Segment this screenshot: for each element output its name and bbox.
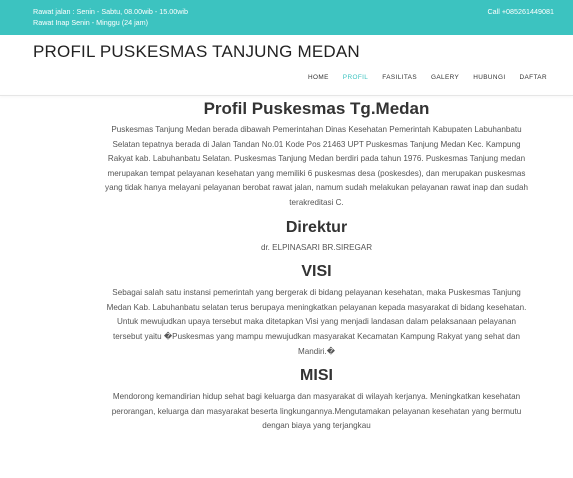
header-divider xyxy=(0,95,573,96)
top-info-bar: Rawat jalan : Senin - Sabtu, 08.00wib - … xyxy=(0,0,573,35)
profil-heading: Profil Puskesmas Tg.Medan xyxy=(203,99,430,118)
profil-text: Puskesmas Tanjung Medan berada dibawah P… xyxy=(105,125,528,207)
nav-hubungi[interactable]: HUBUNGI xyxy=(473,74,505,81)
inpatient-hours: Rawat Inap Senin - Minggu (24 jam) xyxy=(33,17,149,27)
main-nav: HOME PROFIL FASILITAS GALERY HUBUNGI DAF… xyxy=(308,74,547,81)
main-content: Profil Puskesmas Tg.Medan Puskesmas Tanj… xyxy=(105,99,528,434)
misi-heading: MISI xyxy=(300,367,333,385)
call-number[interactable]: Call +085261449081 xyxy=(487,7,554,16)
nav-fasilitas[interactable]: FASILITAS xyxy=(382,74,417,81)
misi-text: Mendorong kemandirian hidup sehat bagi k… xyxy=(111,392,522,431)
visi-text: Sebagai salah satu instansi pemerintah y… xyxy=(106,288,527,356)
nav-profil[interactable]: PROFIL xyxy=(343,74,368,81)
site-title[interactable]: PROFIL PUSKESMAS TANJUNG MEDAN xyxy=(33,42,360,62)
nav-daftar[interactable]: DAFTAR xyxy=(520,74,548,81)
nav-home[interactable]: HOME xyxy=(308,74,329,81)
opening-hours: Rawat jalan : Senin - Sabtu, 08.00wib - … xyxy=(33,7,188,28)
nav-galery[interactable]: GALERY xyxy=(431,74,459,81)
direktur-name: dr. ELPINASARI BR.SIREGAR xyxy=(260,242,373,252)
visi-heading: VISI xyxy=(301,263,332,281)
outpatient-hours: Rawat jalan : Senin - Sabtu, 08.00wib - … xyxy=(33,7,189,16)
direktur-heading: Direktur xyxy=(285,218,348,236)
